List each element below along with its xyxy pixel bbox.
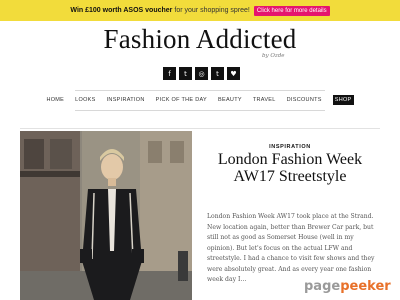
heart-icon[interactable]: ♥: [227, 67, 240, 80]
content-divider: [20, 128, 380, 129]
nav-item-beauty[interactable]: BEAUTY: [218, 97, 242, 103]
site-logo[interactable]: Fashion Addicted: [0, 24, 400, 55]
instagram-icon[interactable]: ◎: [195, 67, 208, 80]
nav-item-shop[interactable]: SHOP: [332, 95, 354, 105]
promo-lead-text: Win £100 worth ASOS voucher: [70, 7, 173, 14]
pagepeeker-watermark: pagepeeker: [304, 279, 391, 294]
promo-text: for your shopping spree!: [174, 7, 250, 14]
watermark-part-1: page: [304, 279, 341, 294]
nav-top-divider: [75, 90, 325, 91]
facebook-icon[interactable]: f: [163, 67, 176, 80]
nav-item-travel[interactable]: TRAVEL: [253, 97, 276, 103]
promo-details-button[interactable]: Click here for more details: [253, 5, 330, 16]
site-tagline: by Ozde: [262, 53, 285, 59]
post-excerpt: London Fashion Week AW17 took place at t…: [207, 213, 375, 283]
nav-item-discounts[interactable]: DISCOUNTS: [287, 97, 322, 103]
post-image-illustration: [20, 131, 192, 300]
post-category[interactable]: INSPIRATION: [200, 144, 380, 150]
nav-item-inspiration[interactable]: INSPIRATION: [107, 97, 145, 103]
nav-item-pick-of-the-day[interactable]: PICK OF THE DAY: [156, 97, 207, 103]
nav-bottom-divider: [75, 110, 325, 111]
twitter-icon[interactable]: t: [179, 67, 192, 80]
nav-item-home[interactable]: HOME: [46, 97, 64, 103]
nav-item-looks[interactable]: LOOKS: [75, 97, 95, 103]
post-title[interactable]: London Fashion Week AW17 Streetstyle: [200, 151, 380, 185]
post-featured-image[interactable]: [20, 131, 192, 300]
watermark-part-2: peeker: [340, 279, 391, 294]
main-nav: HOME LOOKS INSPIRATION PICK OF THE DAY B…: [0, 95, 400, 105]
tumblr-icon[interactable]: t: [211, 67, 224, 80]
social-links: f t ◎ t ♥: [163, 67, 240, 80]
promo-banner: Win £100 worth ASOS voucher for your sho…: [0, 0, 400, 21]
